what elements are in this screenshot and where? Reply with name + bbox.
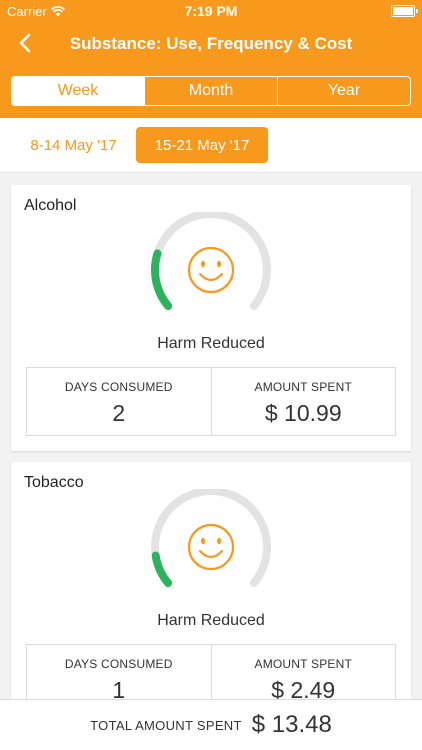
total-amount-value: $ 13.48 bbox=[251, 711, 332, 738]
substance-name: Alcohol bbox=[24, 197, 77, 214]
status-bar: Carrier 7:19 PM bbox=[0, 0, 422, 22]
segment-year[interactable]: Year bbox=[277, 77, 410, 105]
chevron-left-icon bbox=[19, 33, 31, 53]
week-selector: 8-14 May '17 15-21 May '17 bbox=[0, 118, 422, 173]
week-button-8-14-may[interactable]: 8-14 May '17 bbox=[16, 127, 131, 163]
gauge-label: Harm Reduced bbox=[157, 335, 265, 352]
battery-icon bbox=[391, 5, 418, 17]
days-consumed-label: DAYS CONSUMED bbox=[64, 657, 173, 671]
amount-spent-label: AMOUNT SPENT bbox=[254, 380, 353, 394]
stats-panel: DAYS CONSUMED 2 AMOUNT SPENT $ 10.99 bbox=[26, 367, 396, 436]
harm-gauge bbox=[151, 212, 271, 310]
status-time: 7:19 PM bbox=[184, 3, 238, 19]
amount-spent-label: AMOUNT SPENT bbox=[254, 657, 353, 671]
nav-bar: Substance: Use, Frequency & Cost bbox=[0, 22, 422, 66]
gauge-label: Harm Reduced bbox=[157, 612, 265, 629]
gauge-progress bbox=[151, 551, 173, 587]
segment-month[interactable]: Month bbox=[144, 77, 277, 105]
total-footer: TOTAL AMOUNT SPENT $ 13.48 bbox=[0, 699, 422, 750]
days-consumed-value: 2 bbox=[112, 400, 126, 426]
week-button-15-21-may[interactable]: 15-21 May '17 bbox=[136, 127, 268, 163]
substance-card-tobacco: Tobacco Harm Reduced DAYS CONSUMED 1 AMO… bbox=[11, 462, 411, 722]
harm-gauge bbox=[151, 489, 271, 587]
period-segmented-control: Week Month Year bbox=[11, 76, 411, 106]
segment-week[interactable]: Week bbox=[12, 77, 144, 105]
amount-spent-stat: AMOUNT SPENT $ 10.99 bbox=[210, 368, 396, 435]
smiley-face-icon bbox=[187, 246, 235, 294]
days-consumed-label: DAYS CONSUMED bbox=[64, 380, 173, 394]
smiley-face-icon bbox=[187, 523, 235, 571]
amount-spent-value: $ 10.99 bbox=[264, 400, 342, 426]
days-consumed-stat: DAYS CONSUMED 2 bbox=[27, 368, 211, 435]
substance-card-alcohol: Alcohol Harm Reduced DAYS CONSUMED 2 AMO… bbox=[11, 185, 411, 451]
back-button[interactable] bbox=[10, 28, 40, 58]
page-title: Substance: Use, Frequency & Cost bbox=[69, 34, 353, 53]
total-amount-label: TOTAL AMOUNT SPENT bbox=[90, 717, 242, 733]
header: Carrier 7:19 PM Substance: Use, Frequenc… bbox=[0, 0, 422, 118]
substance-name: Tobacco bbox=[24, 474, 84, 491]
gauge-progress bbox=[151, 249, 173, 310]
